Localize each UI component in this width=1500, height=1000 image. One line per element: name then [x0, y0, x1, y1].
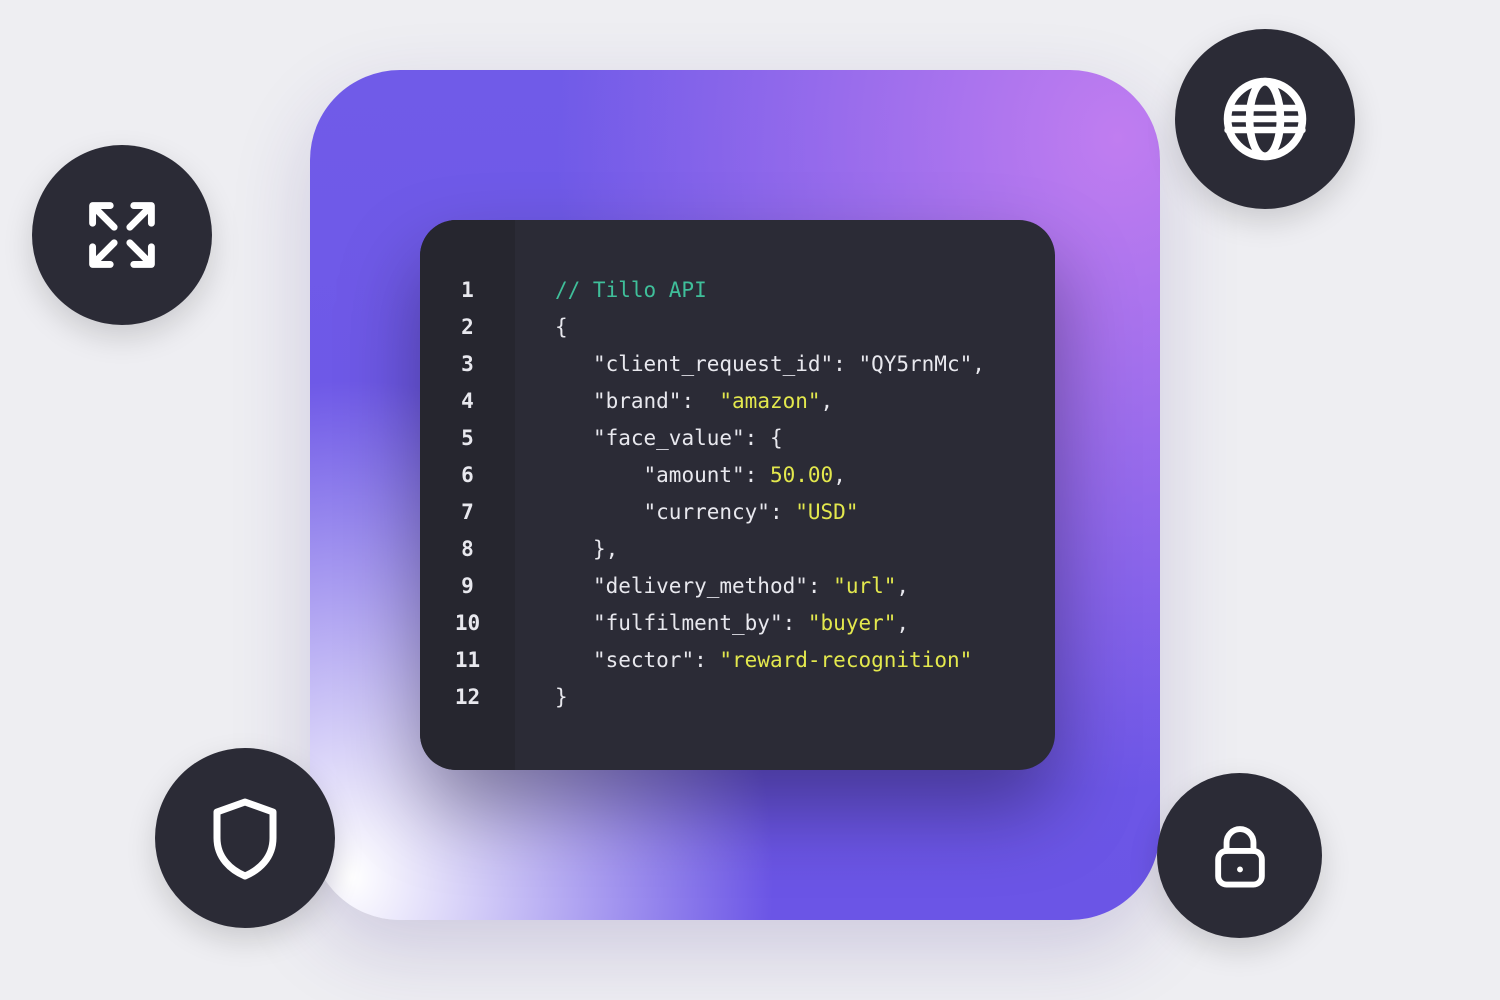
line-number-gutter: 1 2 3 4 5 6 7 8 9 10 11 12 — [420, 220, 515, 770]
promo-stage: 1 2 3 4 5 6 7 8 9 10 11 12 // Tillo API … — [0, 0, 1500, 1000]
line-number: 1 — [461, 272, 474, 309]
line-number: 4 — [461, 383, 474, 420]
globe-icon — [1175, 29, 1355, 209]
line-number: 6 — [461, 457, 474, 494]
code-comment: // Tillo API — [555, 278, 707, 302]
line-number: 12 — [455, 679, 480, 716]
code-body: // Tillo API { "client_request_id": "QY5… — [515, 220, 1055, 770]
shield-icon — [155, 748, 335, 928]
line-number: 3 — [461, 346, 474, 383]
line-number: 7 — [461, 494, 474, 531]
line-number: 10 — [455, 605, 480, 642]
line-number: 2 — [461, 309, 474, 346]
line-number: 11 — [455, 642, 480, 679]
expand-icon — [32, 145, 212, 325]
lock-icon — [1157, 773, 1322, 938]
code-snippet-panel: 1 2 3 4 5 6 7 8 9 10 11 12 // Tillo API … — [420, 220, 1055, 770]
line-number: 9 — [461, 568, 474, 605]
line-number: 8 — [461, 531, 474, 568]
line-number: 5 — [461, 420, 474, 457]
